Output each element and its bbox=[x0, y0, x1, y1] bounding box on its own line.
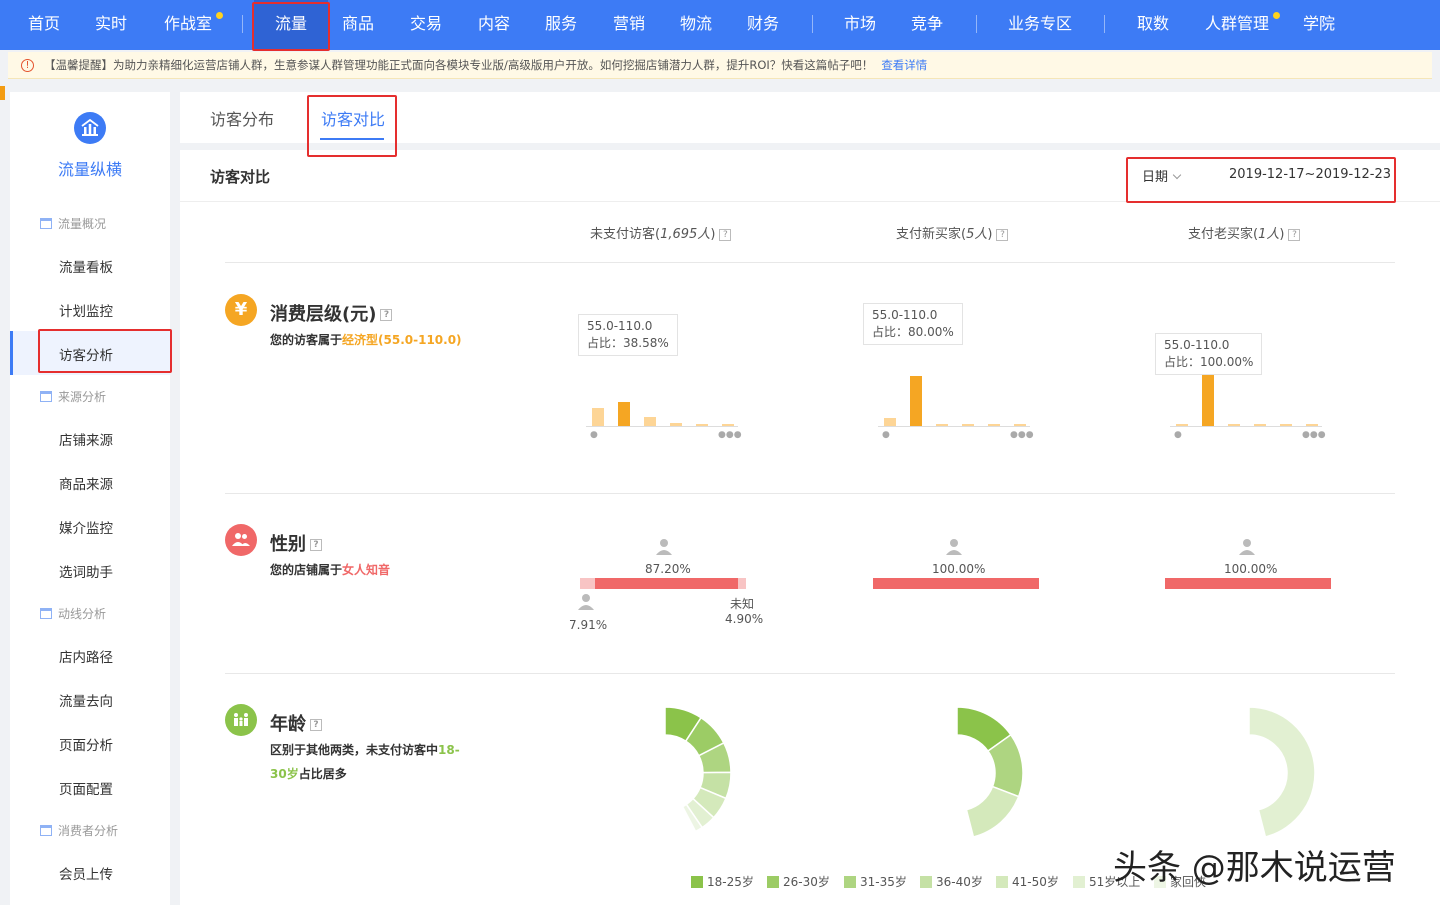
nav-separator bbox=[976, 15, 977, 33]
sidebar-item-keyword-helper[interactable]: 选词助手 bbox=[59, 561, 113, 581]
nav-fetch-data[interactable]: 取数 bbox=[1135, 0, 1171, 50]
new-dot bbox=[1273, 12, 1280, 19]
watermark: 头条 @那木说运营 bbox=[1113, 848, 1396, 888]
nav-compete[interactable]: 竞争 bbox=[909, 0, 945, 50]
nav-service[interactable]: 服务 bbox=[543, 0, 579, 50]
nav-home[interactable]: 首页 bbox=[26, 0, 62, 50]
nav-marketing[interactable]: 营销 bbox=[611, 0, 647, 50]
nav-finance[interactable]: 财务 bbox=[745, 0, 781, 50]
tab-active-underline bbox=[320, 138, 384, 140]
sidebar-item-visitor-analysis[interactable]: 访客分析 bbox=[59, 344, 113, 364]
top-nav: 首页 实时 作战室 流量 商品 交易 内容 服务 营销 物流 财务 市场 竞争 … bbox=[0, 0, 1440, 50]
sidebar-item-plan-monitor[interactable]: 计划监控 bbox=[59, 300, 113, 320]
sidebar-item-traffic-destination[interactable]: 流量去向 bbox=[59, 690, 113, 710]
legend-item[interactable]: 36-40岁 bbox=[920, 873, 983, 890]
nav-logistics[interactable]: 物流 bbox=[678, 0, 714, 50]
sidebar-item-media-monitor[interactable]: 媒介监控 bbox=[59, 517, 113, 537]
sidebar-item-page-config[interactable]: 页面配置 bbox=[59, 778, 113, 798]
notice-bar: ! 【温馨提醒】为助力亲精细化运营店铺人群，生意参谋人群管理功能正式面向各模块专… bbox=[8, 52, 1432, 79]
traffic-logo-icon bbox=[74, 112, 106, 144]
warning-icon: ! bbox=[21, 59, 34, 72]
tab-visitor-distribution[interactable]: 访客分布 bbox=[210, 106, 274, 130]
nav-business-zone[interactable]: 业务专区 bbox=[1006, 0, 1074, 50]
nav-separator bbox=[242, 15, 243, 33]
sidebar-item-traffic-board[interactable]: 流量看板 bbox=[59, 256, 113, 276]
sidebar-group-overview[interactable]: 流量概况 bbox=[40, 215, 106, 232]
nav-realtime[interactable]: 实时 bbox=[93, 0, 129, 50]
sidebar-group-consumer[interactable]: 消费者分析 bbox=[40, 822, 118, 839]
sidebar-item-goods-source[interactable]: 商品来源 bbox=[59, 473, 113, 493]
nav-content[interactable]: 内容 bbox=[476, 0, 512, 50]
legend-item[interactable]: 31-35岁 bbox=[844, 873, 907, 890]
sidebar-active-indicator bbox=[10, 331, 13, 375]
legend-item[interactable]: 41-50岁 bbox=[996, 873, 1059, 890]
age-segment[interactable] bbox=[965, 785, 1020, 838]
sidebar-title: 流量纵横 bbox=[57, 160, 122, 179]
legend-item[interactable]: 26-30岁 bbox=[767, 873, 830, 890]
nav-separator bbox=[812, 15, 813, 33]
compare-panel: 访客对比 日期 2019-12-17~2019-12-23 未支付访客(1,69… bbox=[180, 150, 1440, 905]
sidebar-item-shop-source[interactable]: 店铺来源 bbox=[59, 429, 113, 449]
sidebar: 流量纵横 流量概况 流量看板 计划监控 访客分析 来源分析 店铺来源 商品来源 … bbox=[10, 92, 170, 905]
nav-market[interactable]: 市场 bbox=[842, 0, 878, 50]
nav-academy[interactable]: 学院 bbox=[1301, 0, 1337, 50]
notice-detail-link[interactable]: 查看详情 bbox=[881, 58, 927, 72]
nav-separator bbox=[1104, 15, 1105, 33]
nav-traffic[interactable]: 流量 bbox=[254, 0, 328, 50]
building-icon bbox=[40, 218, 52, 229]
sidebar-item-page-analysis[interactable]: 页面分析 bbox=[59, 734, 113, 754]
edge-tag bbox=[0, 86, 5, 100]
tab-visitor-compare[interactable]: 访客对比 bbox=[321, 106, 385, 130]
notice-text: 【温馨提醒】为助力亲精细化运营店铺人群，生意参谋人群管理功能正式面向各模块专业版… bbox=[44, 58, 874, 72]
building-icon bbox=[40, 608, 52, 619]
sidebar-group-source[interactable]: 来源分析 bbox=[40, 388, 106, 405]
sidebar-item-shop-path[interactable]: 店内路径 bbox=[59, 646, 113, 666]
legend-item[interactable]: 18-25岁 bbox=[691, 873, 754, 890]
new-dot bbox=[216, 12, 223, 19]
nav-trade[interactable]: 交易 bbox=[408, 0, 444, 50]
building-icon bbox=[40, 391, 52, 402]
sidebar-item-member-upload[interactable]: 会员上传 bbox=[59, 863, 113, 883]
age-segment[interactable] bbox=[1248, 706, 1316, 838]
nav-warroom[interactable]: 作战室 bbox=[162, 0, 223, 50]
building-icon bbox=[40, 825, 52, 836]
nav-crowd[interactable]: 人群管理 bbox=[1203, 0, 1280, 50]
sidebar-group-path[interactable]: 动线分析 bbox=[40, 605, 106, 622]
nav-goods[interactable]: 商品 bbox=[340, 0, 376, 50]
age-donut-charts bbox=[664, 706, 1316, 838]
tab-bar: 访客分布 访客对比 bbox=[180, 92, 1440, 143]
